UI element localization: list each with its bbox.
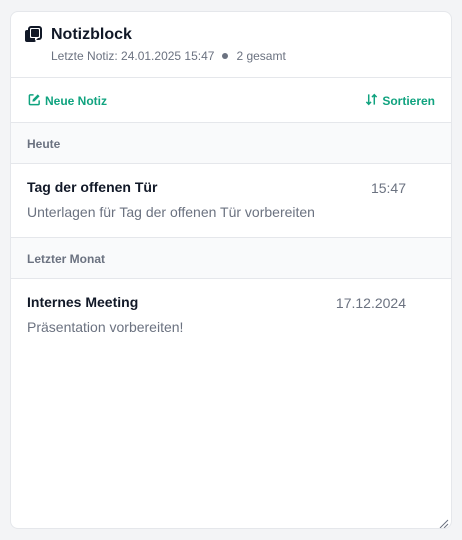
note-date: 17.12.2024 [335, 295, 406, 311]
sort-icon [365, 93, 382, 109]
notepad-panel: Notizblock Letzte Notiz: 24.01.2025 15:4… [10, 11, 452, 529]
new-note-label: Neue Notiz [45, 94, 108, 108]
edit-icon [28, 93, 45, 109]
new-note-button[interactable]: Neue Notiz [28, 93, 107, 109]
note-title: Internes Meeting [27, 294, 139, 310]
group-header-last-month: Letzter Monat [11, 238, 451, 279]
toolbar: Neue Notiz Sortieren [11, 78, 451, 123]
notes-stack-icon [24, 26, 42, 44]
panel-header: Notizblock Letzte Notiz: 24.01.2025 15:4… [11, 12, 451, 78]
separator-dot [222, 53, 229, 59]
group-label: Heute [27, 137, 61, 151]
list-item[interactable]: Tag der offenen Tür 15:47 Unterlagen für… [11, 164, 451, 238]
resize-handle-icon[interactable] [439, 516, 449, 528]
note-preview: Unterlagen für Tag der offenen Tür vorbe… [27, 204, 315, 220]
group-header-today: Heute [11, 123, 451, 164]
page-title: Notizblock [51, 26, 132, 43]
last-note-label: Letzte Notiz: 24.01.2025 15:47 [51, 49, 215, 63]
note-count: 2 gesamt [236, 49, 286, 63]
note-preview: Präsentation vorbereiten! [27, 319, 184, 335]
note-date: 15:47 [370, 180, 406, 196]
note-title: Tag der offenen Tür [27, 179, 158, 195]
sort-button[interactable]: Sortieren [365, 93, 435, 109]
list-item[interactable]: Internes Meeting 17.12.2024 Präsentation… [11, 279, 451, 353]
sort-label: Sortieren [382, 94, 435, 108]
header-meta: Letzte Notiz: 24.01.2025 15:47 2 gesamt [51, 49, 286, 63]
group-label: Letzter Monat [27, 252, 105, 266]
